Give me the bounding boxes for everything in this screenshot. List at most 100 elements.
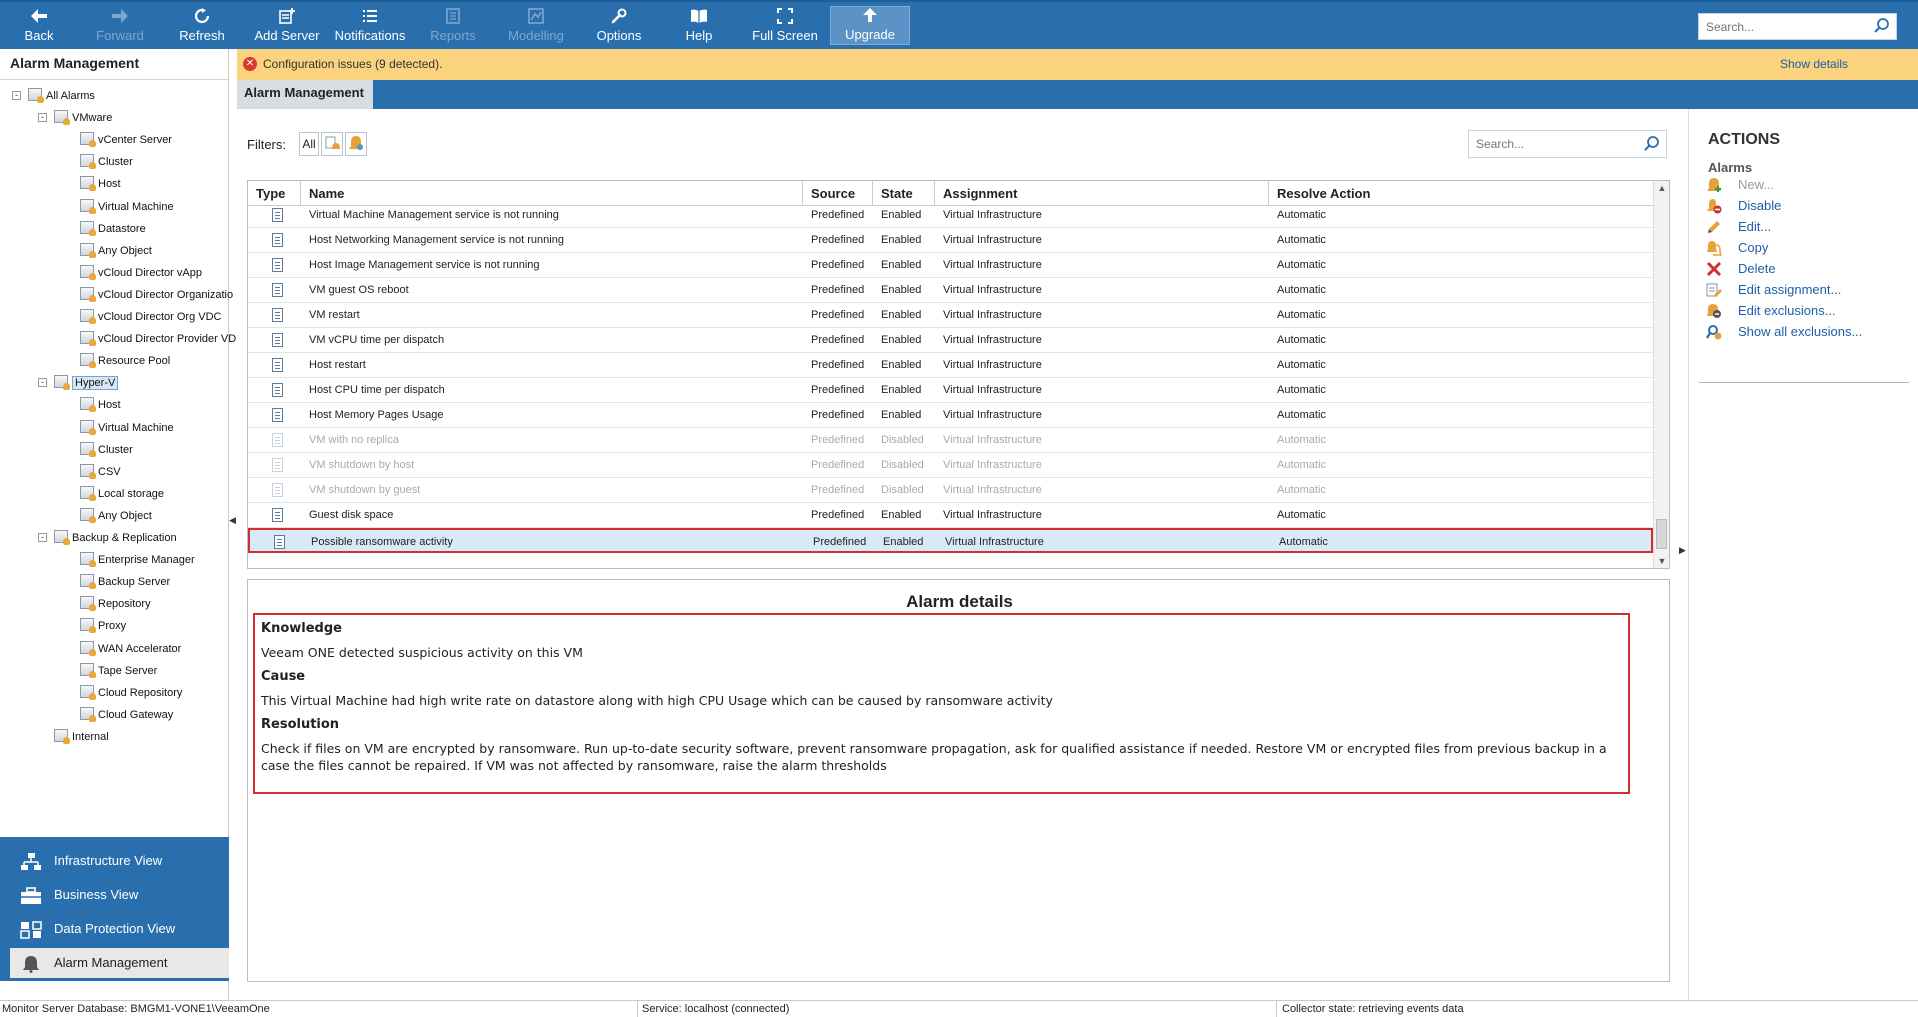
collapse-left-icon[interactable]: ◀ — [229, 508, 237, 532]
full-screen-button[interactable]: Full Screen — [750, 8, 820, 48]
table-row[interactable]: Host Networking Management service is no… — [248, 228, 1653, 253]
nav-alarm-management[interactable]: Alarm Management — [10, 948, 229, 978]
tree-item[interactable]: VMware — [54, 108, 112, 128]
table-row[interactable]: Host CPU time per dispatch Predefined Enab… — [248, 378, 1653, 403]
alarm-search-input[interactable] — [1469, 131, 1629, 157]
cell-name: VM guest OS reboot — [309, 284, 409, 296]
filter-errors-button[interactable] — [321, 132, 343, 156]
action-new[interactable]: New... — [1706, 175, 1774, 195]
show-details-link[interactable]: Show details — [1780, 57, 1848, 71]
table-row[interactable]: Guest disk space Predefined Enabled Virtual… — [248, 503, 1653, 528]
table-row[interactable]: Host Memory Pages Usage Predefined Enabled… — [248, 403, 1653, 428]
tree-item[interactable]: Any Object — [80, 506, 152, 526]
tree-item[interactable]: All Alarms — [28, 86, 95, 106]
main-content: Filters: All Type Name Source State Assi… — [237, 109, 1681, 1000]
tree-item[interactable]: Host — [80, 174, 121, 194]
table-row[interactable]: VM shutdown by host Predefined Disabled Vir… — [248, 453, 1653, 478]
tree-item[interactable]: Virtual Machine — [80, 418, 174, 438]
scrollbar-thumb[interactable] — [1656, 519, 1667, 549]
add-server-button[interactable]: Add Server — [252, 8, 322, 48]
tree-item[interactable]: Proxy — [80, 616, 126, 636]
table-row[interactable]: Host Image Management service is not run… — [248, 253, 1653, 278]
column-header-name[interactable]: Name — [301, 181, 803, 206]
forward-button[interactable]: Forward — [90, 8, 150, 48]
tree-item[interactable]: Any Object — [80, 241, 152, 261]
alarm-folder-icon — [80, 331, 96, 347]
back-button[interactable]: Back — [14, 8, 64, 48]
cell-resolve: Automatic — [1277, 434, 1326, 446]
notifications-button[interactable]: Notifications — [332, 8, 408, 48]
tree-item[interactable]: Virtual Machine — [80, 197, 174, 217]
table-row[interactable]: VM vCPU time per dispatch Predefined Enabl… — [248, 328, 1653, 353]
tree-item[interactable]: Backup & Replication — [54, 528, 177, 548]
tree-item[interactable]: Cluster — [80, 440, 133, 460]
action-delete[interactable]: Delete — [1706, 259, 1776, 279]
tree-item[interactable]: Internal — [54, 727, 109, 747]
tree-item[interactable]: Tape Server — [80, 661, 157, 681]
tree-item[interactable]: CSV — [80, 462, 121, 482]
search-icon[interactable] — [1643, 135, 1661, 153]
tree-expander[interactable]: - — [38, 113, 47, 123]
tree-item[interactable]: Cluster — [80, 152, 133, 172]
nav-business-view[interactable]: Business View — [10, 880, 229, 910]
upgrade-button[interactable]: Upgrade — [830, 6, 910, 45]
modelling-button[interactable]: Modelling — [504, 8, 568, 48]
table-row[interactable]: VM shutdown by guest Predefined Disabled Vi… — [248, 478, 1653, 503]
action-show-all-exclusions[interactable]: Show all exclusions... — [1706, 322, 1862, 342]
table-row[interactable]: Virtual Machine Management service is no… — [248, 206, 1653, 228]
tree-item[interactable]: WAN Accelerator — [80, 639, 181, 659]
tree-item[interactable]: vCloud Director Org VDC — [80, 307, 221, 327]
scroll-down-icon[interactable]: ▼ — [1655, 554, 1669, 568]
table-row[interactable]: VM restart Predefined Enabled Virtual Infra… — [248, 303, 1653, 328]
tree-item[interactable]: Local storage — [80, 484, 164, 504]
cell-state: Enabled — [881, 259, 922, 271]
options-button[interactable]: Options — [594, 8, 644, 48]
tree-expander[interactable]: - — [38, 378, 47, 388]
tree-item[interactable]: Resource Pool — [80, 351, 170, 371]
column-header-assignment[interactable]: Assignment — [935, 181, 1269, 206]
column-header-type[interactable]: Type — [248, 181, 301, 206]
filter-all-button[interactable]: All — [299, 132, 319, 156]
tree-item[interactable]: vCloud Director Provider VD — [80, 329, 236, 349]
reports-button[interactable]: Reports — [428, 8, 478, 48]
table-row[interactable]: Host restart Predefined Enabled Virtual Inf… — [248, 353, 1653, 378]
refresh-button[interactable]: Refresh — [172, 8, 232, 48]
cell-source: Predefined — [811, 459, 865, 471]
tree-expander[interactable]: - — [12, 91, 21, 100]
column-header-state[interactable]: State — [873, 181, 935, 206]
table-row[interactable]: VM guest OS reboot Predefined Enabled Virtu… — [248, 278, 1653, 303]
action-edit-exclusions[interactable]: Edit exclusions... — [1706, 301, 1836, 321]
filter-warnings-button[interactable] — [345, 132, 367, 156]
tree-item[interactable]: Datastore — [80, 219, 146, 239]
tab-alarm-management[interactable]: Alarm Management — [237, 80, 373, 109]
tree-item[interactable]: vCloud Director Organizatio — [80, 285, 233, 305]
tree-item[interactable]: Repository — [80, 594, 151, 614]
tree-item-label: Virtual Machine — [98, 200, 174, 213]
tree-item[interactable]: vCenter Server — [80, 130, 172, 150]
tree-item[interactable]: Cloud Repository — [80, 683, 182, 703]
collapse-right-icon[interactable]: ▶ — [1679, 538, 1687, 562]
action-copy[interactable]: Copy — [1706, 238, 1768, 258]
global-search-input[interactable] — [1699, 14, 1859, 39]
nav-infrastructure-view[interactable]: Infrastructure View — [10, 846, 229, 876]
help-button[interactable]: Help — [674, 8, 724, 48]
column-header-source[interactable]: Source — [803, 181, 873, 206]
action-edit[interactable]: Edit... — [1706, 217, 1771, 237]
tree-item[interactable]: vCloud Director vApp — [80, 263, 202, 283]
tree-item[interactable]: Backup Server — [80, 572, 170, 592]
action-edit-assignment[interactable]: Edit assignment... — [1706, 280, 1841, 300]
tree-expander[interactable]: - — [38, 533, 47, 542]
tree-item[interactable]: Cloud Gateway — [80, 705, 173, 725]
search-icon[interactable] — [1873, 17, 1891, 35]
scroll-up-icon[interactable]: ▲ — [1655, 181, 1669, 195]
table-row[interactable]: VM with no replica Predefined Disabled Virt… — [248, 428, 1653, 453]
action-disable[interactable]: Disable — [1706, 196, 1781, 216]
status-service: Service: localhost (connected) — [642, 1003, 790, 1015]
tree-item[interactable]: Hyper-V — [54, 373, 119, 393]
column-header-resolve-action[interactable]: Resolve Action — [1269, 181, 1653, 206]
tree-item[interactable]: Host — [80, 395, 121, 415]
vertical-scrollbar[interactable]: ▲ ▼ — [1653, 181, 1669, 568]
nav-data-protection-view[interactable]: Data Protection View — [10, 914, 229, 944]
tree-item[interactable]: Enterprise Manager — [80, 550, 195, 570]
table-row[interactable]: Possible ransomware activity Predefined En… — [248, 528, 1653, 553]
